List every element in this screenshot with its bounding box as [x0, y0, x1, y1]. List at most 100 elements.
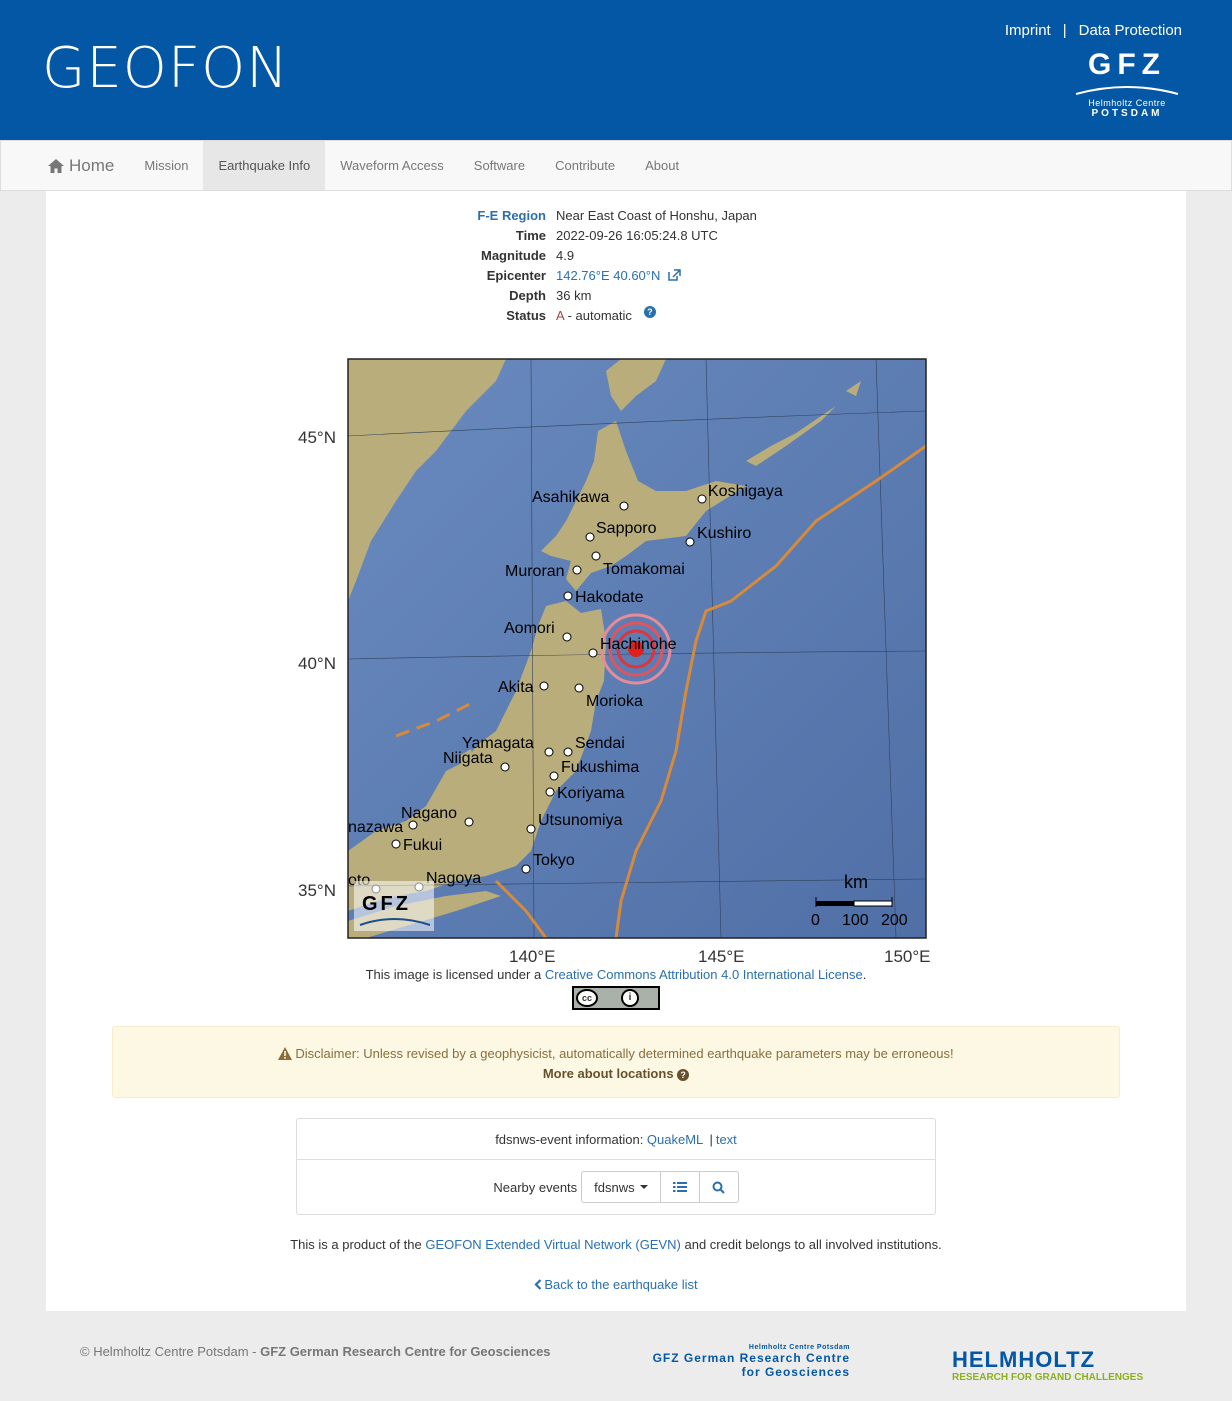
fdsnws-separator: | — [709, 1132, 713, 1147]
back-link-row: Back to the earthquake list — [46, 1277, 1186, 1292]
warning-icon — [278, 1047, 293, 1060]
fdsnws-info-row: fdsnws-event information: QuakeML | text — [297, 1119, 935, 1160]
city-nagano-label: Nagano — [401, 805, 457, 822]
magnitude-value: 4.9 — [556, 248, 575, 263]
map-gfz-watermark: GFZ — [354, 881, 434, 931]
city-akita-label: Akita — [498, 679, 534, 696]
footer-gfz-line1: GFZ German Research Centre — [652, 1351, 850, 1365]
footer-gfz-logo[interactable]: Helmholtz Centre Potsdam GFZ German Rese… — [650, 1344, 850, 1379]
nav-home-label: Home — [69, 155, 115, 175]
event-panel: F-E Region Near East Coast of Honshu, Ja… — [46, 191, 1186, 1311]
event-row-epicenter: Epicenter 142.76°E 40.60°N — [476, 266, 757, 286]
city-kanazawa-label: nazawa — [348, 819, 403, 836]
license-note: This image is licensed under a Creative … — [46, 967, 1186, 982]
city-nagoya-label: Nagoya — [426, 870, 481, 887]
city-kushiro-label: Kushiro — [697, 525, 751, 542]
event-info-table: F-E Region Near East Coast of Honshu, Ja… — [476, 206, 757, 326]
external-link-icon — [668, 269, 681, 281]
cc-icon: cc — [576, 989, 598, 1007]
nav-waveform-access[interactable]: Waveform Access — [325, 141, 459, 190]
city-aomori-label: Aomori — [504, 620, 555, 637]
gfz-logo-wave-icon — [1075, 86, 1179, 95]
city-niigata-label: Niigata — [443, 750, 493, 767]
scale-unit: km — [844, 872, 868, 892]
city-sapporo-label: Sapporo — [596, 520, 657, 537]
lat-label-45: 45°N — [298, 428, 336, 447]
fdsnws-info-label: fdsnws-event information: — [495, 1132, 647, 1147]
city-asahikawa-label: Asahikawa — [532, 489, 609, 506]
product-credit: This is a product of the GEOFON Extended… — [46, 1237, 1186, 1252]
gfz-logo-line2: POTSDAM — [1091, 108, 1163, 119]
chevron-left-icon — [534, 1279, 542, 1290]
magnitude-label: Magnitude — [481, 248, 546, 263]
nav-contribute[interactable]: Contribute — [540, 141, 630, 190]
header-links: Imprint | Data Protection — [1005, 22, 1182, 39]
city-koshigaya-label: Koshigaya — [708, 483, 783, 500]
imprint-link[interactable]: Imprint — [1005, 22, 1051, 39]
gevn-link[interactable]: GEOFON Extended Virtual Network (GEVN) — [425, 1237, 681, 1252]
footer-gfz-small: Helmholtz Centre Potsdam — [748, 1344, 850, 1351]
status-code: A — [556, 308, 564, 323]
city-tomakomai-label: Tomakomai — [603, 561, 685, 578]
nav-mission[interactable]: Mission — [129, 141, 203, 190]
gfz-logo[interactable]: GFZ Helmholtz Centre POTSDAM — [1072, 48, 1182, 124]
footer-helmholtz-logo[interactable]: HELMHOLTZ RESEARCH FOR GRAND CHALLENGES — [952, 1347, 1143, 1383]
nearby-events-label: Nearby events — [493, 1179, 578, 1195]
license-link[interactable]: Creative Commons Attribution 4.0 Interna… — [545, 967, 863, 982]
depth-value: 36 km — [556, 288, 592, 303]
text-link[interactable]: text — [716, 1132, 737, 1147]
scale-tick-100: 100 — [842, 912, 869, 929]
city-hachinohe-label: Hachinohe — [600, 636, 677, 653]
quakeml-link[interactable]: QuakeML — [647, 1132, 703, 1147]
city-fukushima-label: Fukushima — [561, 759, 639, 776]
epicenter-value: 142.76°E 40.60°N — [556, 268, 661, 283]
search-events-button[interactable] — [699, 1171, 739, 1203]
cc-by-badge[interactable]: cc i — [572, 986, 660, 1010]
data-protection-link[interactable]: Data Protection — [1079, 22, 1182, 39]
city-koriyama-label: Koriyama — [557, 785, 625, 802]
home-icon — [48, 158, 64, 173]
nav-about[interactable]: About — [630, 141, 694, 190]
region-value: Near East Coast of Honshu, Japan — [556, 208, 757, 223]
lon-label-140: 140°E — [509, 947, 556, 966]
nav-home[interactable]: Home — [33, 141, 129, 190]
disclaimer-text: Disclaimer: Unless revised by a geophysi… — [295, 1046, 954, 1061]
site-title[interactable]: GEOFON — [42, 36, 289, 101]
more-about-locations-link[interactable]: More about locations ? — [543, 1066, 690, 1081]
help-circle-icon: ? — [677, 1069, 690, 1081]
copyright-text: © Helmholtz Centre Potsdam - — [80, 1344, 261, 1359]
city-fukui-label: Fukui — [403, 837, 442, 854]
city-hakodate: Hakodate — [563, 589, 644, 606]
time-label: Time — [515, 228, 546, 243]
gfz-logo-line1: Helmholtz Centre — [1088, 98, 1166, 108]
product-suffix: and credit belongs to all involved insti… — [680, 1237, 942, 1252]
map-watermark-text: GFZ — [362, 893, 411, 915]
region-label-link[interactable]: F-E Region — [476, 206, 546, 226]
time-value: 2022-09-26 16:05:24.8 UTC — [556, 228, 718, 243]
city-hakodate-label: Hakodate — [575, 589, 644, 606]
depth-label: Depth — [509, 288, 546, 303]
header-link-separator: | — [1062, 22, 1067, 39]
city-koriyama: Koriyama — [545, 785, 625, 802]
cc-by-icon: i — [621, 989, 639, 1007]
event-row-region: F-E Region Near East Coast of Honshu, Ja… — [476, 206, 757, 226]
back-to-list-label: Back to the earthquake list — [544, 1277, 698, 1292]
event-row-depth: Depth 36 km — [476, 286, 757, 306]
copyright-org: GFZ German Research Centre for Geoscienc… — [260, 1344, 551, 1359]
footer-copyright: © Helmholtz Centre Potsdam - GFZ German … — [80, 1344, 551, 1359]
event-row-time: Time 2022-09-26 16:05:24.8 UTC — [476, 226, 757, 246]
back-to-list-link[interactable]: Back to the earthquake list — [534, 1277, 698, 1292]
fdsnws-dropdown[interactable]: fdsnws — [581, 1171, 661, 1203]
lat-label-35: 35°N — [298, 881, 336, 900]
epicenter-map: Asahikawa Koshigaya Sapporo Kushiro Muro… — [276, 351, 976, 966]
epicenter-link[interactable]: 142.76°E 40.60°N — [556, 266, 682, 286]
caret-down-icon — [639, 1185, 648, 1189]
disclaimer-alert: Disclaimer: Unless revised by a geophysi… — [112, 1026, 1120, 1098]
list-events-button[interactable] — [660, 1171, 700, 1203]
nav-software[interactable]: Software — [459, 141, 540, 190]
nav-earthquake-info[interactable]: Earthquake Info — [203, 141, 326, 190]
nearby-events-row: Nearby events fdsnws — [297, 1160, 935, 1214]
status-text: - automatic — [563, 308, 632, 323]
status-help-icon[interactable]: ? — [643, 306, 656, 318]
city-sendai-label: Sendai — [575, 735, 625, 752]
